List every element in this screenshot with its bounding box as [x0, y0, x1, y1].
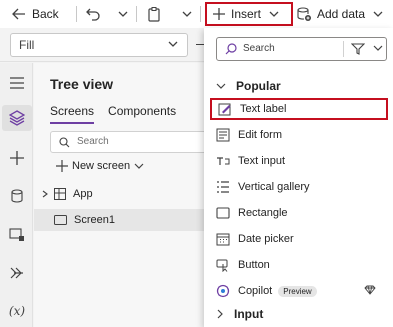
- media-icon[interactable]: [7, 225, 27, 245]
- layers-icon[interactable]: [7, 108, 27, 128]
- chevron-down-icon[interactable]: [373, 44, 383, 52]
- undo-dropdown[interactable]: [118, 3, 128, 25]
- insert-item-label: Text label: [240, 103, 287, 115]
- tree-item-label: Screen1: [74, 214, 115, 226]
- filter-icon[interactable]: [351, 43, 365, 55]
- app-icon: [54, 188, 66, 200]
- rectangle-icon: [214, 204, 232, 222]
- tree-tabs: Screens Components: [50, 104, 176, 124]
- tab-screens[interactable]: Screens: [50, 104, 95, 124]
- chevron-down-icon: [216, 83, 226, 89]
- insert-item-label: Edit form: [238, 129, 283, 141]
- toolbar-divider: [76, 6, 77, 22]
- insert-item-rectangle[interactable]: Rectangle: [210, 202, 388, 224]
- menu-icon[interactable]: [7, 73, 27, 93]
- toolbar-divider: [136, 6, 137, 22]
- variables-icon[interactable]: (x): [7, 301, 27, 321]
- search-divider: [343, 41, 344, 57]
- new-screen-button[interactable]: New screen: [56, 160, 144, 172]
- search-icon: [59, 137, 70, 148]
- edit-form-icon: [214, 126, 232, 144]
- add-data-label: Add data: [317, 7, 366, 21]
- screen-icon: [54, 215, 67, 225]
- tab-components[interactable]: Components: [108, 104, 176, 124]
- insert-item-text-input[interactable]: Text input: [210, 150, 388, 172]
- insert-search-placeholder: Search: [243, 43, 275, 54]
- back-label: Back: [32, 7, 59, 21]
- property-value: Fill: [19, 38, 35, 52]
- search-icon: [225, 43, 237, 55]
- left-rail: (x): [0, 63, 33, 327]
- chevron-down-icon: [168, 41, 178, 47]
- tree-search-placeholder: Search: [77, 136, 109, 147]
- insert-item-edit-form[interactable]: Edit form: [210, 124, 388, 146]
- app-window: Back Insert Add data Fill (x) Tree view …: [0, 0, 393, 327]
- equals-sign: [196, 44, 204, 45]
- insert-item-label: Copilot: [238, 285, 273, 297]
- date-picker-icon: [214, 230, 232, 248]
- toolbar-divider: [200, 6, 201, 22]
- vertical-gallery-icon: [214, 178, 232, 196]
- insert-item-text-label[interactable]: Text label: [210, 98, 388, 120]
- insert-item-label: Text input: [238, 155, 286, 167]
- tree-item-label: App: [73, 188, 93, 200]
- tree-item-app[interactable]: App: [34, 183, 209, 205]
- insert-button[interactable]: Insert: [205, 2, 294, 26]
- section-input[interactable]: Input: [216, 307, 263, 321]
- insert-item-label: Vertical gallery: [238, 181, 310, 193]
- command-bar: Back Insert Add data: [0, 0, 393, 28]
- chevron-down-icon: [134, 163, 144, 169]
- clipboard-icon: [148, 6, 160, 22]
- insert-label: Insert: [231, 7, 262, 21]
- insert-item-date-picker[interactable]: Date picker: [210, 228, 388, 250]
- chevron-down-icon: [118, 11, 128, 17]
- tree-item-screen1[interactable]: Screen1: [34, 209, 209, 231]
- property-dropdown[interactable]: Fill: [10, 33, 188, 57]
- insert-item-label: Date picker: [238, 233, 294, 245]
- section-popular[interactable]: Popular: [216, 79, 281, 93]
- text-label-icon: [216, 100, 234, 118]
- back-arrow-icon: [12, 8, 25, 20]
- copilot-icon: [214, 282, 232, 300]
- undo-button[interactable]: [86, 3, 100, 25]
- insert-panel: Search Popular Text label Edit form Text…: [204, 28, 393, 327]
- chevron-down-icon: [269, 11, 279, 17]
- insert-item-vertical-gallery[interactable]: Vertical gallery: [210, 176, 388, 198]
- plus-icon: [56, 160, 68, 172]
- add-data-button[interactable]: Add data: [297, 3, 383, 25]
- insert-item-label: Button: [238, 259, 270, 271]
- tree-view-title: Tree view: [50, 76, 114, 92]
- insert-search-input[interactable]: Search: [216, 37, 387, 61]
- premium-gem-icon: [364, 285, 376, 295]
- back-button[interactable]: Back: [12, 3, 59, 25]
- insert-rail-icon[interactable]: [7, 148, 27, 168]
- tree-view-pane: Tree view Screens Components Search New …: [34, 63, 209, 327]
- power-automate-icon[interactable]: [7, 263, 27, 283]
- insert-item-button[interactable]: Button: [210, 254, 388, 276]
- data-icon[interactable]: [7, 186, 27, 206]
- section-input-label: Input: [234, 307, 264, 321]
- chevron-down-icon: [182, 11, 192, 17]
- plus-icon: [213, 8, 225, 20]
- insert-item-label: Rectangle: [238, 207, 288, 219]
- paste-button[interactable]: [148, 3, 160, 25]
- chevron-right-icon: [217, 309, 223, 319]
- paste-dropdown[interactable]: [182, 3, 192, 25]
- new-screen-label: New screen: [72, 160, 131, 172]
- preview-badge: Preview: [278, 285, 317, 297]
- undo-icon: [86, 8, 100, 21]
- text-input-icon: [214, 152, 232, 170]
- chevron-down-icon: [373, 11, 383, 17]
- button-icon: [214, 256, 232, 274]
- tree-search-input[interactable]: Search: [50, 131, 209, 153]
- insert-item-copilot[interactable]: Copilot Preview: [210, 280, 388, 302]
- chevron-right-icon: [42, 190, 48, 198]
- section-popular-label: Popular: [236, 79, 281, 93]
- database-add-icon: [297, 7, 311, 21]
